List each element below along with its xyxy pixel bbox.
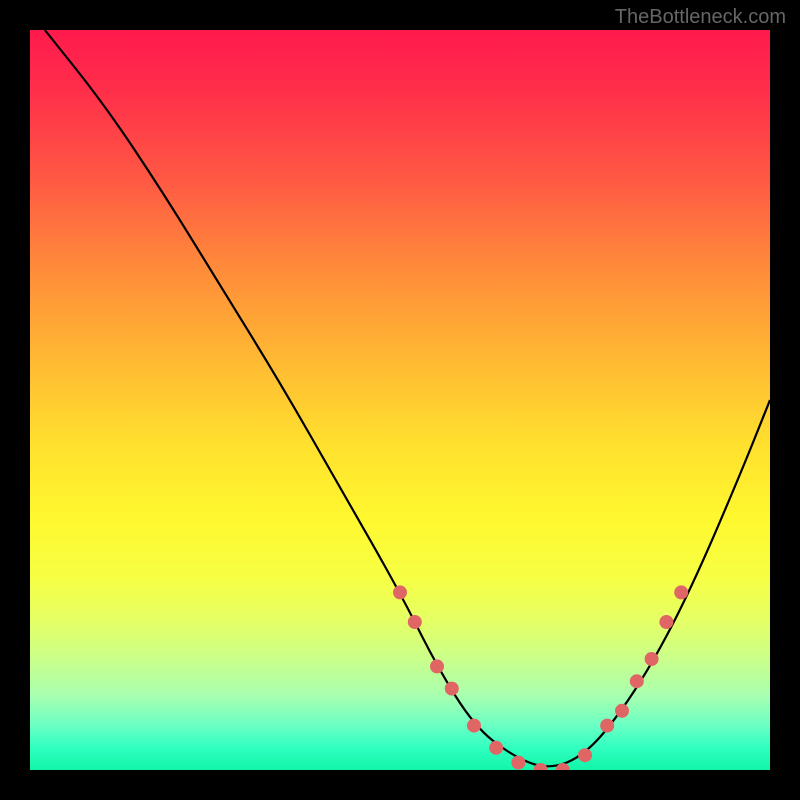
- chart-svg: [30, 30, 770, 770]
- highlight-dot: [645, 652, 659, 666]
- highlight-dot: [600, 719, 614, 733]
- highlight-dot: [511, 756, 525, 770]
- highlight-dot: [408, 615, 422, 629]
- bottleneck-curve-path: [45, 30, 770, 766]
- plot-area: [30, 30, 770, 770]
- highlight-dot: [630, 674, 644, 688]
- watermark-text: TheBottleneck.com: [615, 6, 786, 29]
- highlight-dot: [393, 585, 407, 599]
- highlight-dot: [674, 585, 688, 599]
- highlight-dot: [489, 741, 503, 755]
- highlight-dot: [578, 748, 592, 762]
- highlight-dot: [615, 704, 629, 718]
- highlight-dot: [467, 719, 481, 733]
- highlight-dot: [430, 659, 444, 673]
- highlight-dot: [659, 615, 673, 629]
- highlight-dot: [556, 763, 570, 770]
- highlight-dot: [445, 682, 459, 696]
